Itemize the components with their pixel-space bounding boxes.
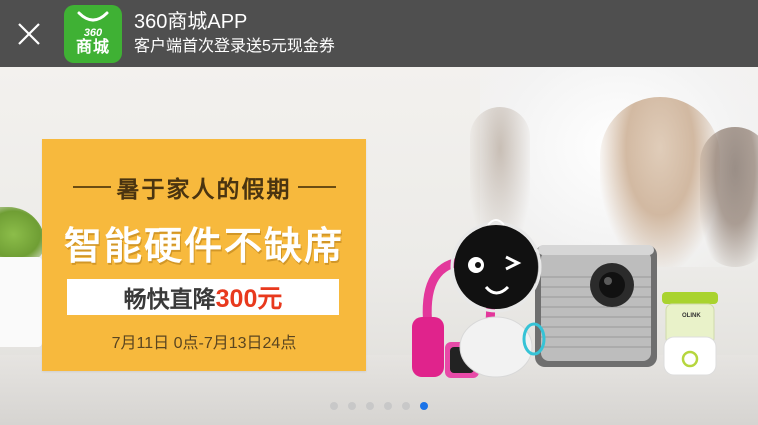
carousel-dot[interactable]: [420, 402, 428, 410]
carousel-dot[interactable]: [384, 402, 392, 410]
price-prefix: 畅快直降: [123, 286, 216, 312]
promo-tagline: 暑于家人的假期: [116, 176, 292, 202]
logo-number: 360: [83, 26, 103, 39]
close-button[interactable]: [0, 0, 58, 67]
app-title: 360商城APP: [134, 10, 248, 33]
shopping-bag-icon: [77, 11, 109, 21]
promo-card: 暑于家人的假期 智能硬件不缺席 畅快直降 300元 7月11日 0点-7月13日…: [42, 139, 366, 371]
app-download-bar: 360 商城 360商城APP 客户端首次登录送5元现金券: [0, 0, 758, 67]
divider: [72, 186, 111, 188]
robot-image: [450, 219, 546, 378]
close-icon: [18, 22, 40, 45]
logo-text: 商城: [75, 38, 110, 56]
promo-headline: 智能硬件不缺席: [63, 226, 344, 268]
carousel-dot[interactable]: [330, 402, 338, 410]
blender-brand: OLINK: [682, 313, 701, 319]
promo-tagline-row: 暑于家人的假期: [42, 172, 366, 202]
carousel-dot[interactable]: [348, 402, 356, 410]
carousel-dot[interactable]: [366, 402, 374, 410]
promo-banner[interactable]: 暑于家人的假期 智能硬件不缺席 畅快直降 300元 7月11日 0点-7月13日…: [0, 67, 758, 425]
projector-image: [535, 245, 657, 367]
carousel-dots: [0, 402, 758, 416]
blender-image: OLINK: [662, 292, 718, 376]
app-promo-text[interactable]: 360商城APP 客户端首次登录送5元现金券: [134, 10, 335, 58]
promo-date: 7月11日 0点-7月13日24点: [111, 335, 297, 352]
app-subtitle: 客户端首次登录送5元现金券: [134, 37, 335, 55]
potted-plant-image: [0, 207, 45, 347]
divider: [297, 186, 336, 188]
carousel-dot[interactable]: [402, 402, 410, 410]
promo-price-box: 畅快直降 300元: [67, 279, 339, 315]
products-image: OLINK: [412, 219, 718, 378]
price-amount: 300元: [215, 285, 283, 313]
app-logo[interactable]: 360 商城: [64, 4, 122, 63]
